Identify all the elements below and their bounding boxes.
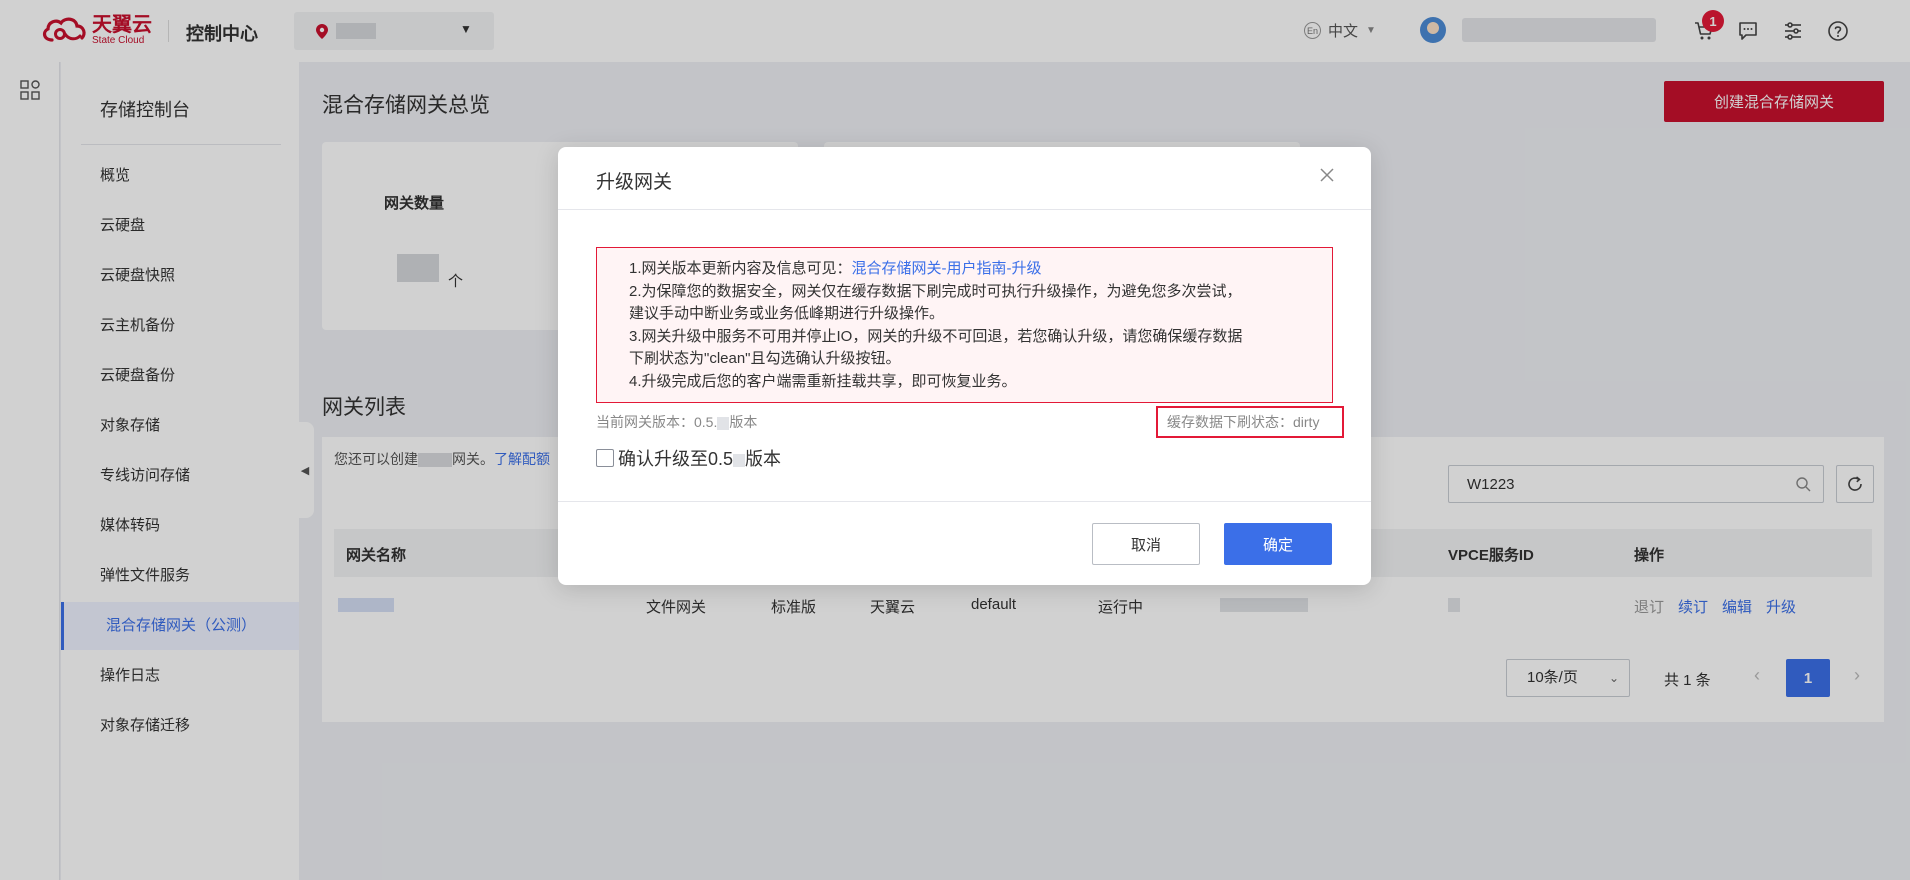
cancel-button[interactable]: 取消 (1092, 523, 1200, 565)
current-version-suffix: 版本 (729, 414, 758, 430)
notice-line-1-text: 1.网关版本更新内容及信息可见： (629, 260, 852, 277)
notice-line-4: 3.网关升级中服务不可用并停止IO，网关的升级不可回退，若您确认升级，请您确保缓… (629, 327, 1243, 345)
confirm-upgrade-label[interactable]: 确认升级至0.5 版本 (618, 445, 781, 471)
version-number-redacted (717, 416, 730, 430)
notice-line-2: 2.为保障您的数据安全，网关仅在缓存数据下刷完成时可执行升级操作，为避免您多次尝… (629, 282, 1242, 300)
confirm-upgrade-checkbox[interactable] (596, 449, 614, 467)
cache-flush-status: 缓存数据下刷状态：dirty (1156, 406, 1344, 438)
confirm-upgrade-row[interactable]: 确认升级至0.5 版本 (596, 445, 781, 471)
dialog-title: 升级网关 (596, 172, 673, 193)
confirm-upgrade-prefix: 确认升级至0.5 (618, 449, 734, 469)
current-version: 当前网关版本：0.5. 版本 (596, 412, 757, 432)
dialog-footer-divider (558, 501, 1371, 502)
confirm-button[interactable]: 确定 (1224, 523, 1332, 565)
current-version-label: 当前网关版本：0.5. (596, 414, 718, 430)
notice-line-3: 建议手动中断业务或业务低峰期进行升级操作。 (629, 305, 945, 322)
upgrade-gateway-dialog: 升级网关 1.网关版本更新内容及信息可见：混合存储网关-用户指南-升级 2.为保… (558, 147, 1371, 585)
dialog-header-divider (558, 209, 1371, 210)
upgrade-notice: 1.网关版本更新内容及信息可见：混合存储网关-用户指南-升级 2.为保障您的数据… (596, 247, 1333, 403)
target-version-redacted (733, 453, 746, 467)
confirm-upgrade-suffix: 版本 (745, 449, 782, 469)
notice-line-1: 1.网关版本更新内容及信息可见：混合存储网关-用户指南-升级 (629, 258, 1332, 281)
close-icon[interactable] (1317, 165, 1337, 185)
notice-line-6: 4.升级完成后您的客户端需重新挂载共享，即可恢复业务。 (629, 372, 1017, 390)
notice-line-5: 下刷状态为"clean"且勾选确认升级按钮。 (629, 350, 901, 367)
user-guide-link[interactable]: 混合存储网关-用户指南-升级 (852, 260, 1042, 277)
